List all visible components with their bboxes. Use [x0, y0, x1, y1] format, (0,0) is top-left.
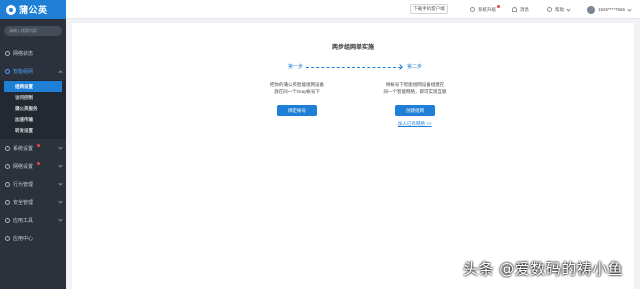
chevron-down-icon [58, 163, 63, 168]
bind-account-label: 绑定帐号 [288, 107, 306, 113]
sidebar-item-network-status[interactable]: 网络状态 [0, 44, 66, 62]
account-menu[interactable]: 1926****7566 [587, 4, 632, 15]
help-label: 帮助 [555, 6, 564, 12]
sidebar-item-network-settings[interactable]: 网络设置 [0, 157, 66, 175]
sidebar-item-label: 系统设置 [13, 145, 34, 152]
chevron-down-icon [58, 181, 63, 186]
step-connector [306, 67, 401, 68]
step1-description: 把你的蒲公英智能组网设备 放在同一个Oray帐号下 [237, 81, 357, 95]
main-panel: 两步组网单实施 第一步 第二步 把你的蒲公英智能组网设备 放在同一个Oray帐号… [72, 23, 634, 289]
download-client-label: 下载手机客户端 [413, 6, 445, 11]
sidebar-subitem-access-control[interactable]: 访问控制 [0, 92, 66, 103]
sidebar-item-system-settings[interactable]: 系统设置 [0, 139, 66, 157]
sidebar-subitem-label: 蒲公英服务 [15, 105, 38, 111]
chevron-down-icon [566, 6, 571, 12]
upgrade-icon [470, 7, 475, 12]
sidebar-item-label: 安全管理 [13, 199, 34, 206]
tools-icon [5, 217, 10, 223]
shield-icon [5, 199, 10, 205]
chevron-down-icon [58, 217, 63, 222]
account-label: 1926****7566 [598, 7, 626, 12]
arrow-right-icon [397, 64, 403, 70]
alert-dot [37, 162, 40, 165]
globe-icon [5, 163, 10, 169]
sidebar-subitem-acceleration[interactable]: 加速传输 [0, 114, 66, 125]
sidebar-subitem-forwarding[interactable]: 转发设置 [0, 125, 66, 136]
logo-text: 蒲公英 [19, 5, 48, 15]
apps-icon [5, 235, 10, 241]
sidebar-item-label: 智能组网 [13, 68, 34, 75]
help-icon [547, 7, 552, 12]
sidebar-submenu: 组网设置 访问控制 蒲公英服务 加速传输 转发设置 [0, 80, 66, 139]
step1-label: 第一步 [288, 64, 304, 70]
sidebar-item-label: 行为管理 [13, 181, 34, 188]
watermark-text: 头条 @爱数码的祷小鱼 [463, 260, 624, 278]
create-network-button[interactable]: 创建组网 [395, 105, 435, 116]
alert-dot [497, 5, 500, 8]
system-upgrade-label: 系统升级 [478, 6, 496, 12]
sidebar-item-label: 网络设置 [13, 163, 34, 170]
create-network-label: 创建组网 [406, 107, 424, 113]
sidebar-item-label: 网络状态 [13, 50, 34, 57]
step1-line2: 放在同一个Oray帐号下 [274, 89, 320, 94]
sidebar-subitem-networking-settings[interactable]: 组网设置 [4, 81, 62, 92]
sidebar-item-behavior-management[interactable]: 行为管理 [0, 175, 66, 193]
sidebar-item-smart-networking[interactable]: 智能组网 [0, 62, 66, 80]
sidebar-subitem-label: 组网设置 [15, 83, 33, 89]
avatar [587, 5, 595, 14]
logo[interactable]: 蒲公英 [0, 0, 66, 19]
download-client-button[interactable]: 下载手机客户端 [410, 4, 448, 14]
step2-label: 第二步 [407, 64, 423, 70]
sidebar-item-label: 应用中心 [13, 235, 34, 242]
chevron-down-icon [58, 199, 63, 204]
chevron-down-icon [58, 145, 63, 150]
system-upgrade-button[interactable]: 系统升级 [470, 4, 500, 15]
sidebar-item-security[interactable]: 安全管理 [0, 193, 66, 211]
sidebar-subitem-pgy-service[interactable]: 蒲公英服务 [0, 103, 66, 114]
help-menu[interactable]: 帮助 [547, 4, 571, 15]
search-placeholder: 请输入搜索内容 [9, 28, 37, 33]
chevron-up-icon [58, 70, 63, 75]
logo-icon [6, 4, 16, 15]
bind-account-button[interactable]: 绑定帐号 [277, 105, 317, 116]
sidebar-subitem-label: 访问控制 [15, 94, 33, 100]
chevron-down-icon [627, 6, 632, 12]
smart-networking-icon [5, 68, 10, 74]
top-bar: 下载手机客户端 系统升级 消息 帮助 1926****7566 [66, 0, 640, 19]
behavior-icon [5, 181, 10, 187]
sidebar-item-label: 应用工具 [13, 217, 34, 224]
steps-indicator: 第一步 第二步 [272, 63, 438, 71]
sidebar: 蒲公英 请输入搜索内容 网络状态 智能组网 组网设置 访问控制 蒲公英服务 加速… [0, 0, 66, 289]
step2-description: 将帐号下智能组网设备组建在 同一个智能网络，即可实现互联 [355, 81, 475, 95]
bell-icon [512, 7, 517, 12]
messages-button[interactable]: 消息 [512, 4, 529, 15]
sidebar-item-app-tools[interactable]: 应用工具 [0, 211, 66, 229]
step2-line2: 同一个智能网络，即可实现互联 [383, 89, 447, 94]
search-input[interactable]: 请输入搜索内容 [4, 26, 62, 36]
step2-line1: 将帐号下智能组网设备组建在 [385, 82, 445, 87]
sidebar-subitem-label: 转发设置 [15, 127, 33, 133]
messages-label: 消息 [520, 6, 529, 12]
sidebar-nav: 网络状态 智能组网 组网设置 访问控制 蒲公英服务 加速传输 转发设置 系统设置… [0, 44, 66, 247]
page-title: 两步组网单实施 [331, 45, 374, 51]
sidebar-item-app-center[interactable]: 应用中心 [0, 229, 66, 247]
gear-icon [5, 145, 10, 151]
alert-dot [37, 144, 40, 147]
join-network-link[interactable]: 加入已有网络 >> [398, 121, 432, 127]
sidebar-subitem-label: 加速传输 [15, 116, 33, 122]
step1-line1: 把你的蒲公英智能组网设备 [270, 82, 324, 87]
network-status-icon [5, 50, 10, 56]
